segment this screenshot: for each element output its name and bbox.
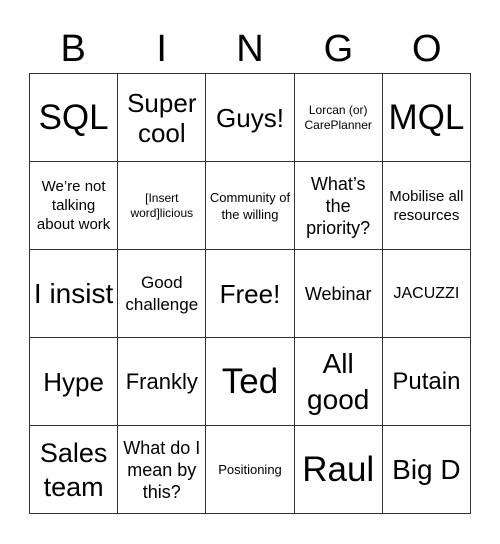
bingo-cell[interactable]: Community of the willing <box>206 162 295 250</box>
bingo-cell[interactable]: Big D <box>382 426 471 514</box>
bingo-cell[interactable]: Positioning <box>206 426 295 514</box>
bingo-cell[interactable]: Guys! <box>206 74 295 162</box>
bingo-cell[interactable]: We’re not talking about work <box>30 162 119 250</box>
header-letter-g: G <box>323 28 354 70</box>
cell-text: Positioning <box>218 462 282 477</box>
bingo-cell[interactable]: Putain <box>382 338 471 426</box>
cell-text: Raul <box>302 449 375 489</box>
cell-text: What’s the priority? <box>306 173 371 238</box>
cell-text: Mobilise all resources <box>389 187 464 224</box>
bingo-cell[interactable]: [Insert word]licious <box>118 162 207 250</box>
cell-text: Sales team <box>39 437 108 502</box>
cell-text: [Insert word]licious <box>130 190 194 220</box>
cell-text: I insist <box>33 277 114 309</box>
cell-text: Webinar <box>304 283 372 304</box>
bingo-cell[interactable]: Lorcan (or) CarePlanner <box>294 74 383 162</box>
bingo-cell[interactable]: SQL <box>30 74 119 162</box>
cell-text: Big D <box>392 453 461 485</box>
bingo-cell[interactable]: JACUZZI <box>382 250 471 338</box>
bingo-cell[interactable]: Super cool <box>118 74 207 162</box>
bingo-header: B I N G O <box>29 26 471 72</box>
bingo-cell[interactable]: Sales team <box>30 426 119 514</box>
bingo-cell[interactable]: MQL <box>382 74 471 162</box>
cell-text: MQL <box>388 97 465 137</box>
bingo-cell[interactable]: Frankly <box>118 338 207 426</box>
bingo-cell[interactable]: What’s the priority? <box>294 162 383 250</box>
cell-text: Super cool <box>127 87 197 148</box>
cell-text: Frankly <box>125 369 198 394</box>
header-letter-i: I <box>156 28 167 70</box>
cell-text: Free! <box>219 278 281 309</box>
bingo-cell[interactable]: Good challenge <box>118 250 207 338</box>
header-letter-o: O <box>412 28 442 70</box>
bingo-grid: SQL Super cool Guys! Lorcan (or) CarePla… <box>29 73 471 514</box>
header-letter-n: N <box>236 28 264 70</box>
bingo-cell[interactable]: Webinar <box>294 250 383 338</box>
bingo-cell[interactable]: Hype <box>30 338 119 426</box>
cell-text: Community of the willing <box>209 189 291 222</box>
cell-text: Lorcan (or) CarePlanner <box>304 102 372 132</box>
bingo-cell[interactable]: What do I mean by this? <box>118 426 207 514</box>
bingo-cell[interactable]: Ted <box>206 338 295 426</box>
bingo-cell[interactable]: Free! <box>206 250 295 338</box>
cell-text: Ted <box>221 361 279 401</box>
cell-text: All good <box>307 347 370 415</box>
cell-text: SQL <box>38 97 109 137</box>
cell-text: Putain <box>392 367 461 395</box>
header-letter-b: B <box>60 28 86 70</box>
cell-text: Good challenge <box>125 272 199 314</box>
cell-text: Guys! <box>216 102 284 133</box>
cell-text: JACUZZI <box>393 285 460 302</box>
bingo-cell[interactable]: All good <box>294 338 383 426</box>
bingo-cell[interactable]: Raul <box>294 426 383 514</box>
bingo-cell[interactable]: Mobilise all resources <box>382 162 471 250</box>
cell-text: What do I mean by this? <box>123 437 201 502</box>
bingo-cell[interactable]: I insist <box>30 250 119 338</box>
cell-text: We’re not talking about work <box>36 178 111 233</box>
cell-text: Hype <box>43 366 104 397</box>
